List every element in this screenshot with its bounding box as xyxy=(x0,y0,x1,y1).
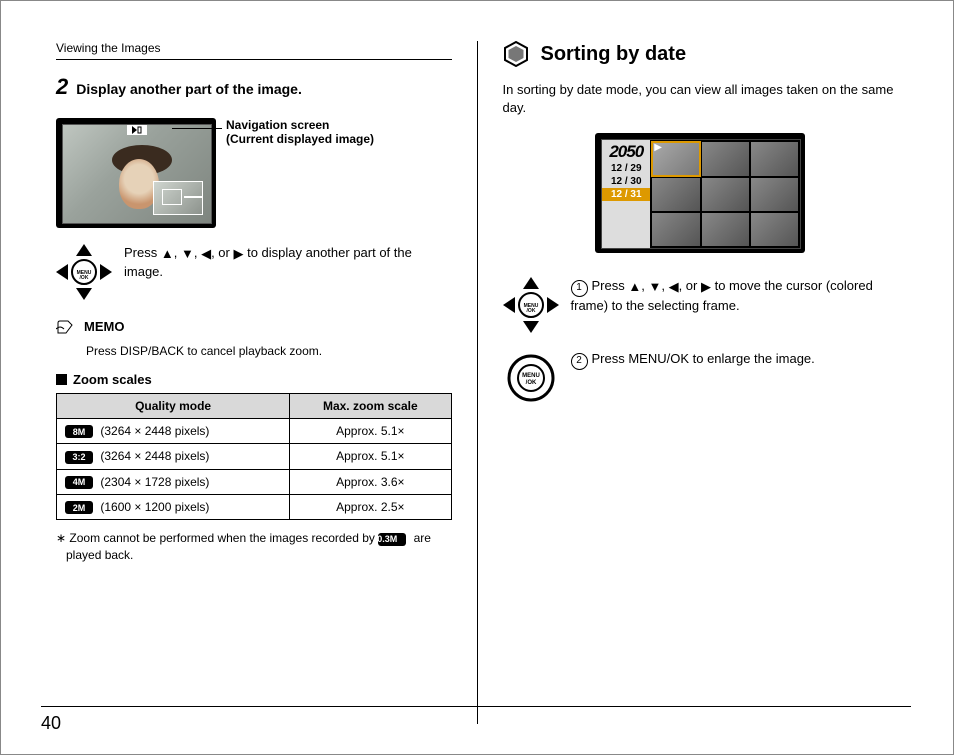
zoom-table: Quality mode Max. zoom scale 8M (3264 × … xyxy=(56,393,452,520)
playback-icon xyxy=(127,125,147,135)
svg-text:/OK: /OK xyxy=(80,275,89,281)
table-header-zoom: Max. zoom scale xyxy=(290,394,451,419)
left-column: Viewing the Images 2 Display another par… xyxy=(56,41,452,724)
step2-text: 2Press MENU/OK to enlarge the image. xyxy=(571,350,815,370)
table-row: 4M (2304 × 1728 pixels) Approx. 3.6× xyxy=(57,469,452,494)
svg-text:/OK: /OK xyxy=(526,308,535,314)
step-number: 2 xyxy=(56,74,68,100)
dpad-icon: MENU /OK xyxy=(503,277,559,336)
zoom-scales-heading: Zoom scales xyxy=(56,372,452,387)
memo-icon xyxy=(56,319,76,338)
table-row: 8M (3264 × 2448 pixels) Approx. 5.1× xyxy=(57,419,452,444)
zoom-footnote: ∗ Zoom cannot be performed when the imag… xyxy=(56,530,452,564)
step1-text: 1Press ▲, ▼, ◀, or ▶ to move the cursor … xyxy=(571,277,899,315)
date-sort-screen: 2050 12 / 29 12 / 30 12 / 31 xyxy=(595,133,805,253)
section-hex-icon xyxy=(503,41,529,67)
table-header-quality: Quality mode xyxy=(57,394,290,419)
page-number: 40 xyxy=(41,706,911,734)
navigation-box xyxy=(153,181,203,215)
step-heading: 2 Display another part of the image. xyxy=(56,74,452,100)
year-label: 2050 xyxy=(609,142,643,162)
navigation-caption: Navigation screen (Current displayed ima… xyxy=(226,118,374,146)
menu-ok-dial-icon: MENU /OK xyxy=(503,350,559,406)
memo-label: MEMO xyxy=(84,319,124,334)
memo-text: Press DISP/BACK to cancel playback zoom. xyxy=(86,344,452,358)
column-divider xyxy=(477,41,478,724)
dpad-instruction: Press ▲, ▼, ◀, or ▶ to display another p… xyxy=(124,244,452,281)
svg-text:/OK: /OK xyxy=(525,380,536,386)
table-row: 2M (1600 × 1200 pixels) Approx. 2.5× xyxy=(57,494,452,519)
section-title: Sorting by date xyxy=(541,43,687,66)
running-head: Viewing the Images xyxy=(56,41,452,60)
table-row: 3:2 (3264 × 2448 pixels) Approx. 5.1× xyxy=(57,444,452,469)
lcd-preview xyxy=(56,118,216,228)
svg-text:MENU: MENU xyxy=(522,373,540,379)
thumb-selected xyxy=(652,142,699,175)
right-column: Sorting by date In sorting by date mode,… xyxy=(503,41,899,724)
step-title: Display another part of the image. xyxy=(76,81,302,97)
dpad-icon: MENU /OK xyxy=(56,244,112,303)
section-intro: In sorting by date mode, you can view al… xyxy=(503,81,899,117)
